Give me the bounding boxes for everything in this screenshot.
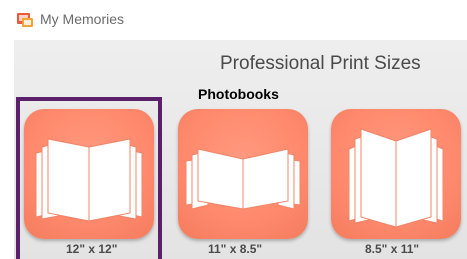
option-tile[interactable] bbox=[178, 109, 308, 239]
print-size-option-8.5x11[interactable]: 8.5" x 11" bbox=[327, 101, 462, 259]
print-size-label: 8.5" x 11" bbox=[365, 242, 420, 256]
page-heading: Professional Print Sizes bbox=[220, 53, 421, 74]
open-book-icon bbox=[348, 128, 444, 228]
window-title: My Memories bbox=[40, 11, 125, 27]
print-size-label: 11" x 8.5" bbox=[208, 242, 263, 256]
option-tile[interactable] bbox=[331, 109, 461, 239]
selection-highlight bbox=[16, 97, 162, 259]
section-title-photobooks: Photobooks bbox=[198, 86, 279, 102]
title-bar: My Memories bbox=[0, 0, 467, 40]
print-size-option-11x8.5[interactable]: 11" x 8.5" bbox=[176, 101, 311, 259]
open-book-icon bbox=[185, 148, 301, 210]
my-memories-app-icon bbox=[17, 13, 33, 27]
